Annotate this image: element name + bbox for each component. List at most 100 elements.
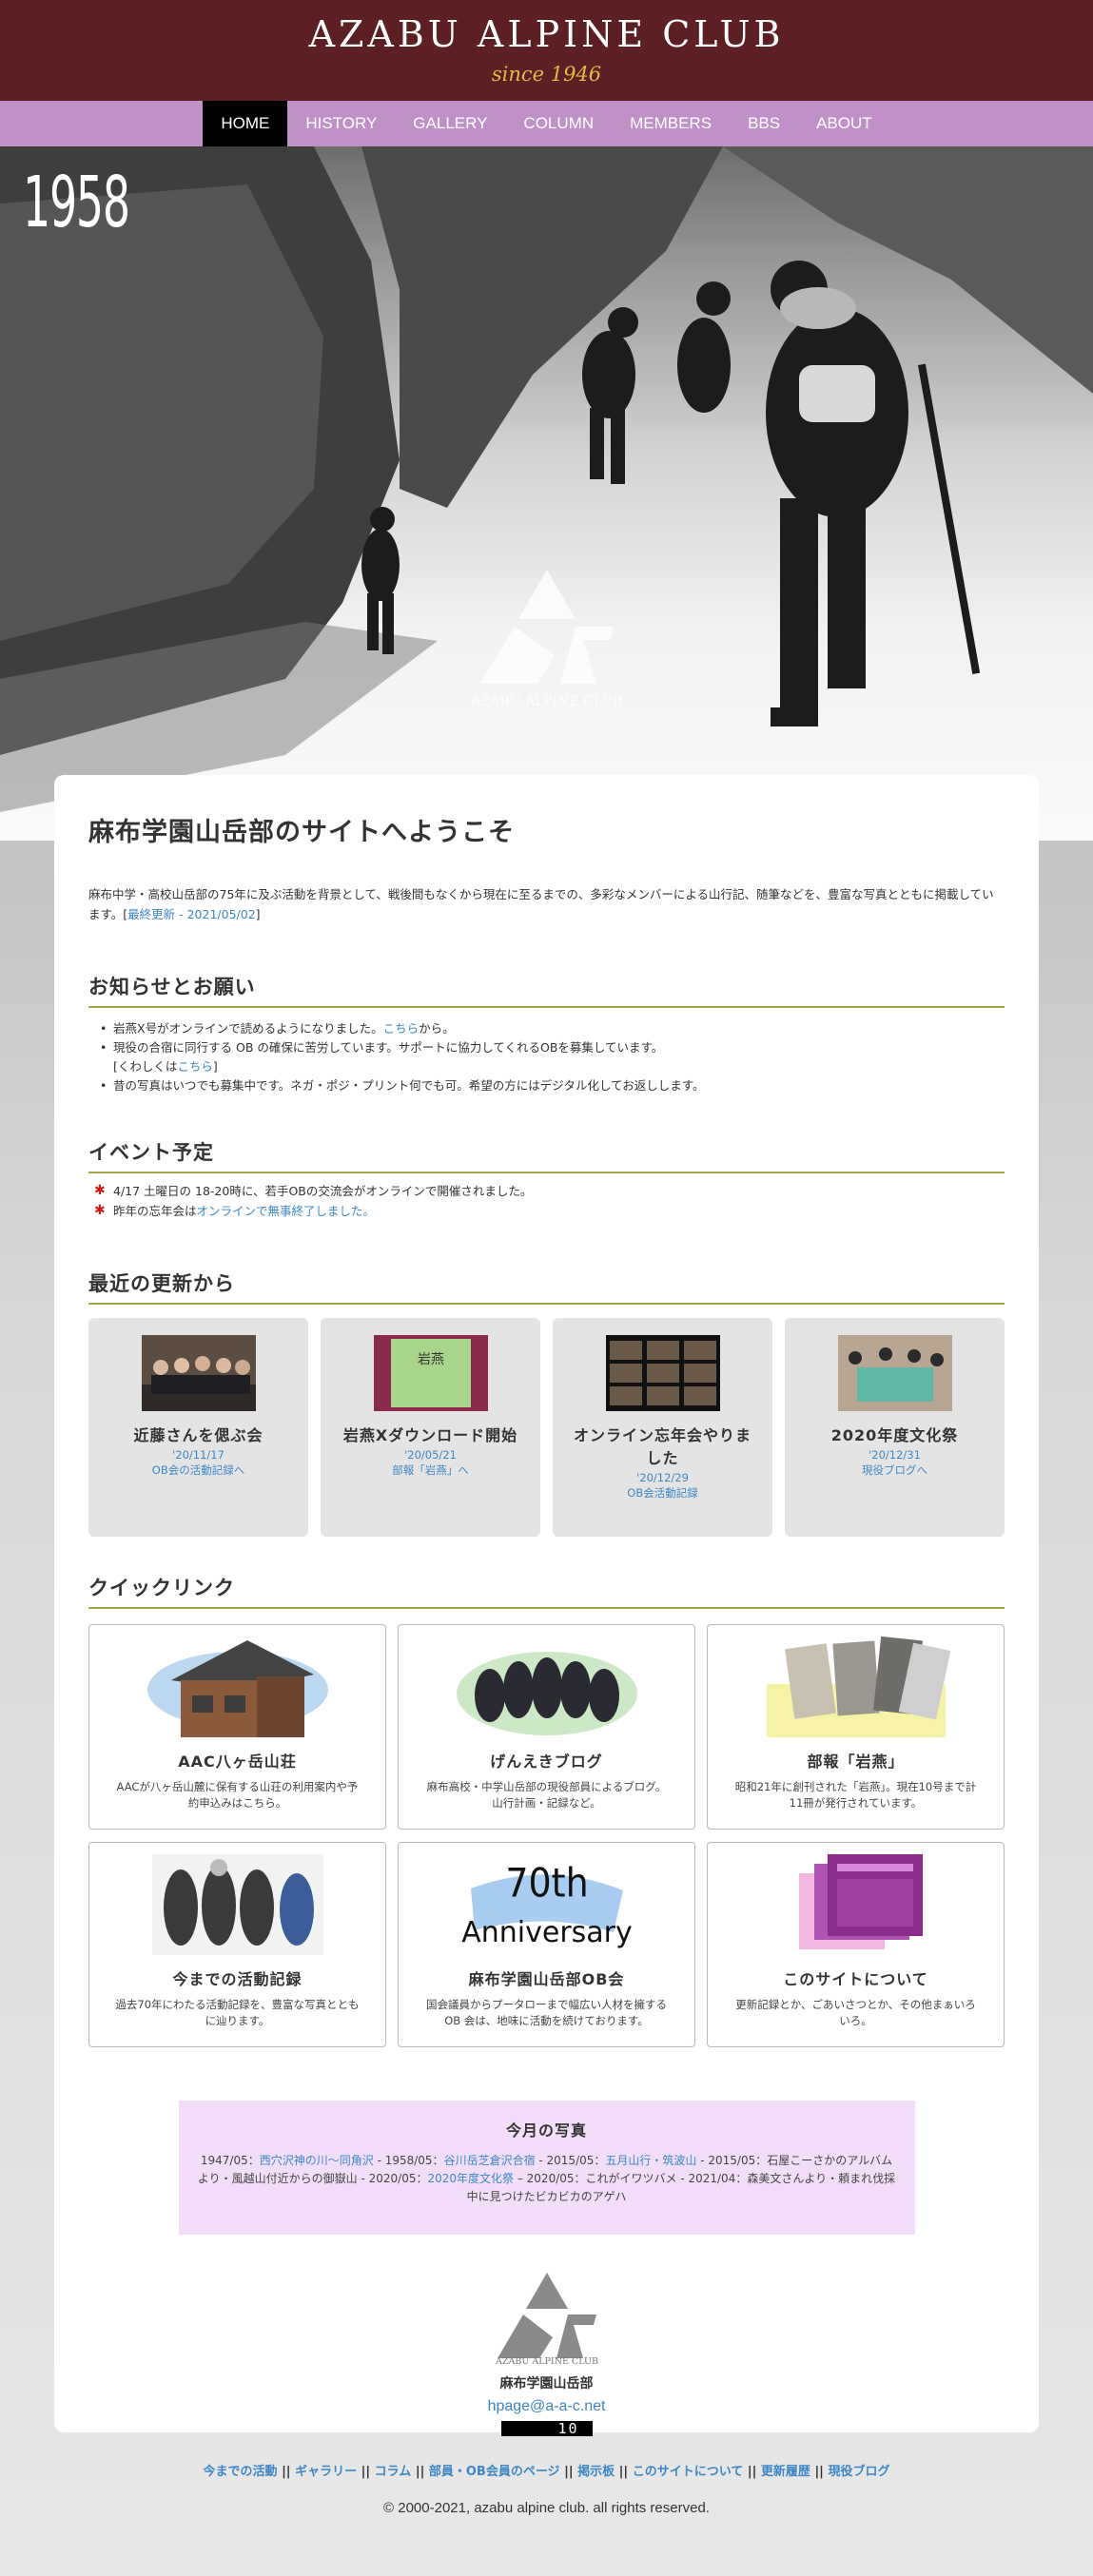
footer-link-history[interactable]: 更新履歴 [761, 2465, 810, 2479]
site-header: AZABU ALPINE CLUB since 1946 [0, 0, 1093, 101]
update-link[interactable]: OB会活動記録 [553, 1485, 772, 1501]
update-title: 岩燕Xダウンロード開始 [342, 1426, 518, 1444]
update-link[interactable]: 部報「岩燕」へ [321, 1462, 540, 1478]
quicklink-desc: AACが八ヶ岳山麓に保有する山荘の利用案内や予約申込みはこちら。 [116, 1780, 359, 1810]
photo-link-2[interactable]: 谷川岳芝倉沢合宿 [444, 2154, 536, 2167]
footer-link-activities[interactable]: 今までの活動 [204, 2465, 278, 2479]
svg-text:Anniversary: Anniversary [461, 1916, 633, 1949]
welcome-title: 麻布学園山岳部のサイトへようこそ [88, 818, 515, 847]
update-thumbnail [141, 1335, 256, 1411]
news-list: 岩燕X号がオンラインで読めるようになりました。こちらから。 現役の合宿に同行する… [88, 1019, 1005, 1095]
main-content: 麻布学園山岳部のサイトへようこそ 麻布中学・高校山岳部の75年に及ぶ活動を背景と… [54, 775, 1039, 2436]
quicklink-title: 今までの活動記録 [172, 1970, 303, 1988]
updates-grid: 近藤さんを偲ぶ会 '20/11/17 OB会の活動記録へ 岩燕 岩燕Xダウンロー… [88, 1318, 1005, 1537]
quicklink-title: AAC八ヶ岳山荘 [178, 1753, 297, 1771]
quicklink-history[interactable]: 今までの活動記録 過去70年にわたる活動記録を、豊富な写真とともに辿ります。 [88, 1842, 386, 2047]
footer-link-blog[interactable]: 現役ブログ [828, 2465, 889, 2479]
monthly-photo-list: 1947/05：西穴沢神の川～同角沢 - 1958/05：谷川岳芝倉沢合宿 - … [197, 2154, 896, 2203]
nav-members[interactable]: MEMBERS [612, 101, 730, 146]
quicklinks-heading: クイックリンク [88, 1573, 1005, 1609]
news-link-1[interactable]: こちら [383, 1021, 420, 1036]
anniversary-badge: 70th Anniversary [461, 1861, 633, 1949]
list-item: 現役の合宿に同行する OB の確保に苦労しています。サポートに協力してくれるOB… [100, 1038, 1005, 1076]
quicklink-desc: 昭和21年に創刊された「岩燕」。現在10号まで計11冊が発行されています。 [734, 1780, 977, 1810]
update-card[interactable]: 2020年度文化祭 '20/12/31 現役ブログへ [785, 1318, 1005, 1537]
update-card[interactable]: オンライン忘年会やりました '20/12/29 OB会活動記録 [553, 1318, 772, 1537]
quicklink-title: げんえきブログ [490, 1753, 603, 1771]
list-item: 岩燕X号がオンラインで読めるようになりました。こちらから。 [100, 1019, 1005, 1038]
svg-text:70th: 70th [505, 1861, 588, 1907]
quicklink-bulletin[interactable]: 部報「岩燕」 昭和21年に創刊された「岩燕」。現在10号まで計11冊が発行されて… [707, 1624, 1005, 1830]
last-updated-link[interactable]: 最終更新 - 2021/05/02 [127, 907, 256, 921]
quicklink-blog[interactable]: げんえきブログ 麻布高校・中学山岳部の現役部員によるブログ。山行計画・記録など。 [398, 1624, 695, 1830]
svg-text:岩燕: 岩燕 [418, 1352, 444, 1367]
update-card[interactable]: 岩燕 岩燕Xダウンロード開始 '20/05/21 部報「岩燕」へ [321, 1318, 540, 1537]
footer-link-about[interactable]: このサイトについて [633, 2465, 744, 2479]
quicklink-title: 麻布学園山岳部OB会 [468, 1970, 625, 1988]
list-item: 昔の写真はいつでも募集中です。ネガ・ポジ・プリント何でも可。希望の方にはデジタル… [100, 1076, 1005, 1095]
students-group-image [456, 1652, 637, 1735]
welcome-text: 麻布中学・高校山岳部の75年に及ぶ活動を背景として、戦後間もなくから現在に至るま… [88, 887, 994, 921]
quicklink-title: 部報「岩燕」 [807, 1753, 905, 1771]
nav-home[interactable]: HOME [203, 101, 288, 146]
nav-gallery[interactable]: GALLERY [395, 101, 505, 146]
quicklink-desc: 更新記録とか、ごあいさつとか、その他まぁいろいろ。 [735, 1998, 976, 2027]
updates-heading: 最近の更新から [88, 1269, 1005, 1305]
bonenkai-link[interactable]: オンラインで無事終了しました。 [197, 1204, 376, 1218]
asterisk-icon: ✱ [94, 1203, 106, 1218]
monthly-photo-box: 今月の写真 1947/05：西穴沢神の川～同角沢 - 1958/05：谷川岳芝倉… [178, 2101, 915, 2235]
quicklink-title: このサイトについて [783, 1970, 928, 1988]
news-heading: お知らせとお願い [88, 972, 1005, 1008]
update-link[interactable]: OB会の活動記録へ [88, 1462, 308, 1478]
update-date: '20/05/21 [404, 1448, 457, 1462]
photo-link-4[interactable]: 2020年度文化祭 [427, 2172, 514, 2185]
update-thumbnail: 岩燕 [373, 1335, 488, 1411]
hero-photo: AZABU ALPINE CLUB 1958 [0, 146, 1093, 841]
footer-links: 今までの活動 || ギャラリー || コラム || 部員・OB会員のページ ||… [203, 2465, 890, 2479]
news-link-2[interactable]: こちら [177, 1059, 213, 1074]
copyright: © 2000-2021, azabu alpine club. all righ… [383, 2500, 710, 2516]
update-thumbnail [837, 1335, 952, 1411]
quicklink-about[interactable]: このサイトについて 更新記録とか、ごあいさつとか、その他まぁいろいろ。 [707, 1842, 1005, 2047]
nav-bbs[interactable]: BBS [730, 101, 798, 146]
update-link[interactable]: 現役ブログへ [785, 1462, 1005, 1478]
historic-climbers-image [151, 1854, 323, 1955]
site-title[interactable]: AZABU ALPINE CLUB [0, 0, 1093, 55]
mountain-hut-image [146, 1640, 328, 1737]
list-item: ✱ 4/17 土曜日の 18-20時に、若手OBの交流会がオンラインで開催されまし… [94, 1181, 1005, 1201]
events-list: ✱ 4/17 土曜日の 18-20時に、若手OBの交流会がオンラインで開催されまし… [88, 1181, 1005, 1221]
footer-link-gallery[interactable]: ギャラリー [295, 2465, 357, 2479]
photo-link-1[interactable]: 西穴沢神の川～同角沢 [260, 2154, 374, 2167]
quicklink-ob[interactable]: 70th Anniversary 麻布学園山岳部OB会 国会議員からプータローまで… [398, 1842, 695, 2047]
monthly-photo-title: 今月の写真 [505, 2121, 587, 2140]
quicklink-desc: 麻布高校・中学山岳部の現役部員によるブログ。山行計画・記録など。 [426, 1780, 667, 1810]
quicklink-desc: 過去70年にわたる活動記録を、豊富な写真とともに辿ります。 [115, 1998, 360, 2027]
main-nav: HOME HISTORY GALLERY COLUMN MEMBERS BBS … [0, 101, 1093, 146]
club-name: 麻布学園山岳部 [499, 2376, 594, 2392]
quicklinks-grid: AAC八ヶ岳山荘 AACが八ヶ岳山麓に保有する山荘の利用案内や予約申込みはこちら… [88, 1624, 1005, 2047]
site-screenshots-image [798, 1854, 923, 1949]
svg-text:AZABU ALPINE CLUB: AZABU ALPINE CLUB [495, 2356, 598, 2367]
update-title: オンライン忘年会やりました [573, 1426, 751, 1467]
quicklink-hut[interactable]: AAC八ヶ岳山荘 AACが八ヶ岳山麓に保有する山荘の利用案内や予約申込みはこちら… [88, 1624, 386, 1830]
nav-column[interactable]: COLUMN [505, 101, 612, 146]
contact-email[interactable]: hpage@a-a-c.net [88, 2398, 1005, 2415]
hero-year: 1958 [23, 162, 130, 243]
footer-link-bbs[interactable]: 掲示板 [577, 2465, 615, 2479]
hero-mountain-illustration: AZABU ALPINE CLUB [0, 146, 1093, 812]
footer-link-members[interactable]: 部員・OB会員のページ [429, 2465, 560, 2479]
since-tagline: since 1946 [491, 63, 602, 86]
events-heading: イベント予定 [88, 1137, 1005, 1173]
photo-link-3[interactable]: 五月山行・筑波山 [605, 2154, 696, 2167]
asterisk-icon: ✱ [94, 1183, 106, 1198]
nav-about[interactable]: ABOUT [798, 101, 890, 146]
nav-history[interactable]: HISTORY [287, 101, 395, 146]
update-thumbnail [605, 1335, 720, 1411]
update-date: '20/12/31 [869, 1448, 921, 1462]
svg-text:AZABU ALPINE CLUB: AZABU ALPINE CLUB [470, 694, 622, 709]
footer-link-column[interactable]: コラム [375, 2465, 412, 2479]
quicklink-desc: 国会議員からプータローまで幅広い人材を擁するOB 会は、地味に活動を続けておりま… [426, 1998, 667, 2027]
list-item: ✱ 昨年の忘年会はオンラインで無事終了しました。 [94, 1201, 1005, 1221]
update-card[interactable]: 近藤さんを偲ぶ会 '20/11/17 OB会の活動記録へ [88, 1318, 308, 1537]
footer-logo-block: AZABU ALPINE CLUB 麻布学園山岳部 hpage@a-a-c.ne… [88, 2269, 1005, 2436]
